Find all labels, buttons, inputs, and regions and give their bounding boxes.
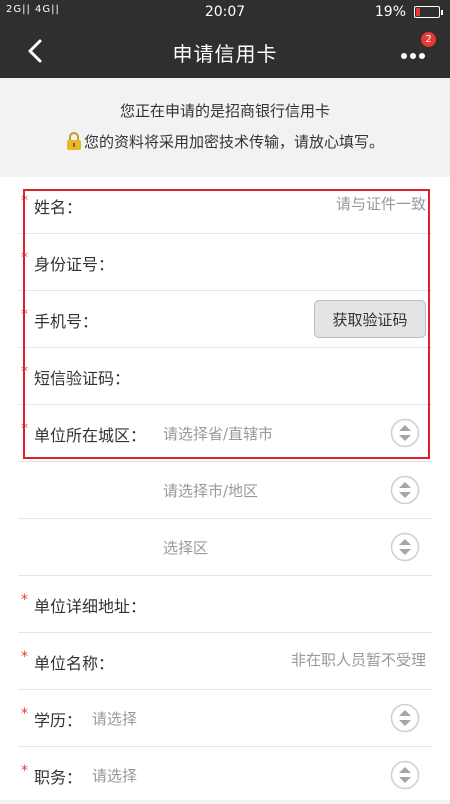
education-label: 学历： [34, 711, 83, 730]
name-input[interactable] [138, 189, 426, 219]
notification-badge: 2 [421, 32, 436, 47]
work-address-label: 单位详细地址： [34, 597, 147, 616]
name-label: 姓名： [34, 198, 83, 217]
page-title: 申请信用卡 [172, 42, 278, 66]
work-city-label: 单位所在城区： [34, 426, 147, 445]
chevron-left-icon[interactable] [22, 37, 50, 65]
work-district-row: 选择区 [18, 519, 432, 576]
work-province-row: * 单位所在城区： 请选择省/直辖市 [18, 405, 432, 462]
status-bar: 2G|| 4G|| 20:07 19% [0, 0, 450, 24]
up-down-arrows-icon[interactable] [390, 418, 420, 448]
required-mark: * [21, 250, 28, 266]
position-select[interactable]: 请选择 [92, 765, 137, 786]
security-notice: 您正在申请的是招商银行信用卡 您的资料将采用加密技术传输，请放心填写。 [0, 78, 450, 174]
up-down-arrows-icon[interactable] [390, 760, 420, 790]
notice-line-2-text: 您的资料将采用加密技术传输，请放心填写。 [83, 133, 384, 151]
up-down-arrows-icon[interactable] [390, 475, 420, 505]
phone-row: * 手机号： 获取验证码 [18, 291, 432, 348]
lock-icon [66, 132, 82, 150]
company-name-label: 单位名称： [34, 654, 115, 673]
city-select[interactable]: 请选择市/地区 [163, 480, 258, 501]
phone-label: 手机号： [34, 312, 99, 331]
name-row: * 姓名： [18, 177, 432, 234]
get-code-button[interactable]: 获取验证码 [314, 300, 426, 338]
sms-code-input[interactable] [143, 360, 426, 390]
position-label: 职务： [34, 768, 83, 787]
district-select[interactable]: 选择区 [163, 537, 208, 558]
required-mark: * [21, 364, 28, 380]
work-address-row: * 单位详细地址： [18, 576, 432, 633]
position-row: * 职务： 请选择 [18, 747, 432, 804]
nav-bar: 申请信用卡 2 [0, 24, 450, 78]
more-menu-button[interactable]: 2 [400, 32, 436, 62]
required-mark: * [21, 307, 28, 323]
required-mark: * [21, 706, 28, 722]
work-address-input[interactable] [158, 588, 426, 618]
battery-percent: 19% [374, 4, 406, 20]
sms-code-label: 短信验证码： [34, 369, 131, 388]
battery-icon [414, 6, 443, 18]
up-down-arrows-icon[interactable] [390, 703, 420, 733]
required-mark: * [21, 193, 28, 209]
up-down-arrows-icon[interactable] [390, 532, 420, 562]
notice-line-1: 您正在申请的是招商银行信用卡 [119, 102, 330, 120]
required-mark: * [21, 592, 28, 608]
required-mark: * [21, 763, 28, 779]
required-mark: * [21, 421, 28, 437]
company-name-input[interactable] [138, 645, 426, 675]
more-dots-icon [400, 48, 426, 60]
battery-fill [416, 8, 420, 16]
work-city-row: 请选择市/地区 [18, 462, 432, 519]
id-number-label: 身份证号： [34, 255, 115, 274]
phone-input[interactable] [118, 303, 298, 333]
required-mark: * [21, 649, 28, 665]
company-name-row: * 单位名称： [18, 633, 432, 690]
sms-code-row: * 短信验证码： [18, 348, 432, 405]
province-select[interactable]: 请选择省/直辖市 [163, 423, 273, 444]
notice-line-2: 您的资料将采用加密技术传输，请放心填写。 [0, 131, 450, 152]
application-form: * 姓名： * 身份证号： * 手机号： 获取验证码 * 短信验证码： * 单位… [0, 177, 450, 800]
id-number-row: * 身份证号： [18, 234, 432, 291]
id-number-input[interactable] [138, 246, 426, 276]
education-row: * 学历： 请选择 [18, 690, 432, 747]
education-select[interactable]: 请选择 [92, 708, 137, 729]
